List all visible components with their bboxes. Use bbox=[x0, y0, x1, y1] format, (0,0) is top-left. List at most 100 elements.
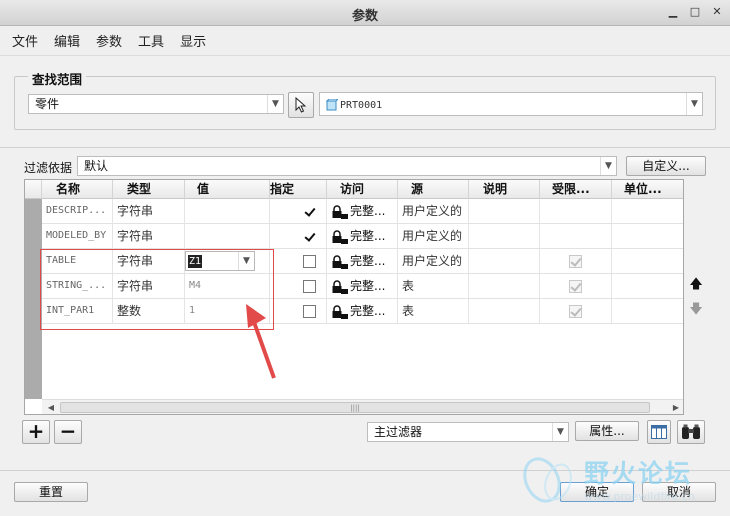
watermark-text: 野火论坛 bbox=[584, 459, 693, 488]
col-value[interactable]: 值 bbox=[185, 180, 270, 199]
menu-edit[interactable]: 编辑 bbox=[54, 31, 80, 50]
chevron-down-icon[interactable]: ▼ bbox=[267, 95, 283, 113]
filter-value: 默认 bbox=[84, 159, 109, 173]
cell-name[interactable]: MODELED_BY bbox=[42, 224, 113, 248]
filter-select[interactable]: 默认 ▼ bbox=[77, 156, 617, 176]
cell-value[interactable] bbox=[185, 199, 270, 223]
reset-button[interactable]: 重置 bbox=[14, 482, 88, 502]
model-value: PRT0001 bbox=[340, 100, 383, 111]
designated-checkbox[interactable] bbox=[303, 230, 316, 243]
lock-icon bbox=[332, 204, 348, 219]
annotation-highlight-box bbox=[40, 249, 274, 330]
cell-restricted bbox=[540, 249, 612, 273]
search-scope-label: 查找范围 bbox=[28, 69, 87, 88]
cell-type[interactable]: 字符串 bbox=[113, 224, 185, 248]
move-up-icon[interactable]: 🡅 bbox=[689, 278, 703, 292]
restricted-checkbox bbox=[569, 255, 582, 268]
cell-designated bbox=[270, 199, 327, 223]
designated-checkbox[interactable] bbox=[303, 205, 316, 218]
chevron-down-icon[interactable]: ▼ bbox=[686, 93, 702, 115]
window-title: 参数 bbox=[351, 9, 378, 24]
cursor-arrow-icon bbox=[295, 96, 307, 113]
cell-description[interactable] bbox=[469, 274, 540, 298]
chevron-down-icon[interactable]: ▼ bbox=[552, 423, 568, 441]
menu-display[interactable]: 显示 bbox=[180, 31, 206, 50]
remove-parameter-button[interactable]: − bbox=[54, 420, 82, 444]
maximize-icon[interactable]: □ bbox=[688, 5, 702, 19]
scroll-right-icon[interactable]: ▶ bbox=[669, 401, 683, 414]
table-row[interactable]: DESCRIP... 字符串 完整... 用户定义的 bbox=[42, 199, 683, 224]
menu-parameters[interactable]: 参数 bbox=[96, 31, 122, 50]
properties-button[interactable]: 属性... bbox=[575, 421, 639, 441]
menu-file[interactable]: 文件 bbox=[12, 31, 38, 50]
cell-designated bbox=[270, 224, 327, 248]
col-units[interactable]: 单位... bbox=[612, 180, 683, 199]
table-view-button[interactable] bbox=[647, 420, 671, 444]
model-select[interactable]: PRT0001 ▼ bbox=[319, 92, 703, 116]
scope-type-select[interactable]: 零件 ▼ bbox=[28, 94, 284, 114]
cell-source[interactable]: 用户定义的 bbox=[398, 224, 469, 248]
col-designated[interactable]: 指定 bbox=[270, 180, 327, 199]
cell-units[interactable] bbox=[612, 274, 683, 298]
cell-description[interactable] bbox=[469, 249, 540, 273]
select-model-button[interactable] bbox=[288, 92, 314, 118]
menu-tools[interactable]: 工具 bbox=[138, 31, 164, 50]
close-icon[interactable]: ✕ bbox=[710, 5, 724, 19]
lock-icon bbox=[332, 279, 348, 294]
cell-units[interactable] bbox=[612, 199, 683, 223]
cell-restricted bbox=[540, 274, 612, 298]
cell-name[interactable]: DESCRIP... bbox=[42, 199, 113, 223]
access-value: 完整... bbox=[350, 279, 386, 293]
cell-units[interactable] bbox=[612, 224, 683, 248]
cell-units[interactable] bbox=[612, 249, 683, 273]
cell-access[interactable]: 完整... bbox=[327, 274, 398, 298]
col-name[interactable]: 名称 bbox=[42, 180, 113, 199]
col-type[interactable]: 类型 bbox=[113, 180, 185, 199]
cell-restricted bbox=[540, 299, 612, 323]
col-source[interactable]: 源 bbox=[398, 180, 469, 199]
menu-bar: 文件 编辑 参数 工具 显示 bbox=[0, 26, 730, 56]
col-restricted[interactable]: 受限... bbox=[540, 180, 612, 199]
cell-units[interactable] bbox=[612, 299, 683, 323]
col-description[interactable]: 说明 bbox=[469, 180, 540, 199]
cell-access[interactable]: 完整... bbox=[327, 299, 398, 323]
divider bbox=[0, 147, 730, 148]
designated-checkbox[interactable] bbox=[303, 305, 316, 318]
customize-button[interactable]: 自定义... bbox=[626, 156, 706, 176]
designated-checkbox[interactable] bbox=[303, 280, 316, 293]
cell-source[interactable]: 表 bbox=[398, 299, 469, 323]
cell-restricted[interactable] bbox=[540, 224, 612, 248]
watermark-url: www.proewildfire.cn bbox=[584, 490, 695, 503]
find-button[interactable] bbox=[677, 420, 705, 444]
cell-access[interactable]: 完整... bbox=[327, 199, 398, 223]
lock-icon bbox=[332, 304, 348, 319]
cell-value[interactable] bbox=[185, 224, 270, 248]
designated-checkbox[interactable] bbox=[303, 255, 316, 268]
scroll-left-icon[interactable]: ◀ bbox=[44, 401, 58, 414]
main-filter-select[interactable]: 主过滤器 ▼ bbox=[367, 422, 569, 442]
col-access[interactable]: 访问 bbox=[327, 180, 398, 199]
scope-type-value: 零件 bbox=[35, 97, 60, 111]
move-down-icon[interactable]: 🡇 bbox=[689, 303, 703, 317]
table-icon bbox=[651, 425, 667, 439]
cell-description[interactable] bbox=[469, 224, 540, 248]
horizontal-scrollbar[interactable]: ◀ |||| ▶ bbox=[42, 399, 683, 414]
cell-source[interactable]: 表 bbox=[398, 274, 469, 298]
cell-type[interactable]: 字符串 bbox=[113, 199, 185, 223]
chevron-down-icon[interactable]: ▼ bbox=[600, 157, 616, 175]
cell-access[interactable]: 完整... bbox=[327, 249, 398, 273]
header-corner bbox=[25, 180, 42, 199]
table-row[interactable]: MODELED_BY 字符串 完整... 用户定义的 bbox=[42, 224, 683, 249]
cell-source[interactable]: 用户定义的 bbox=[398, 249, 469, 273]
cell-access[interactable]: 完整... bbox=[327, 224, 398, 248]
cell-source[interactable]: 用户定义的 bbox=[398, 199, 469, 223]
restricted-checkbox bbox=[569, 280, 582, 293]
cell-description[interactable] bbox=[469, 299, 540, 323]
minimize-icon[interactable]: ▁ bbox=[666, 5, 680, 19]
table-header: 名称 类型 值 指定 访问 源 说明 受限... 单位... bbox=[25, 180, 683, 199]
cell-description[interactable] bbox=[469, 199, 540, 223]
add-parameter-button[interactable]: + bbox=[22, 420, 50, 444]
scrollbar-thumb[interactable]: |||| bbox=[60, 402, 650, 413]
cell-restricted[interactable] bbox=[540, 199, 612, 223]
filter-label: 过滤依据 bbox=[24, 161, 73, 175]
